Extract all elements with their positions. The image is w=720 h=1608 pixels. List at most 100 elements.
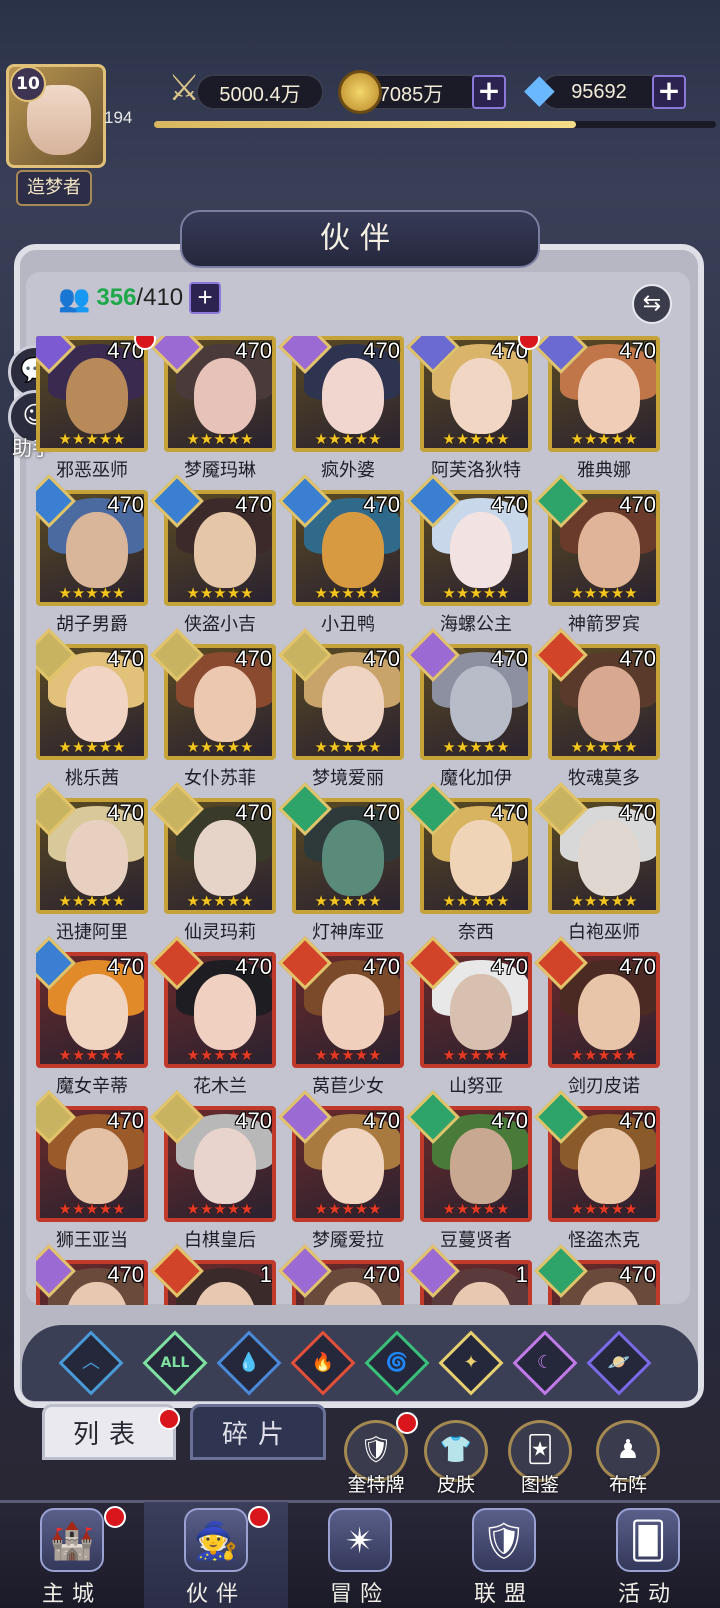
star-icon: ★ — [98, 738, 113, 756]
star-icon: ★ — [341, 430, 355, 448]
star-icon: ★ — [469, 738, 483, 756]
star-icon: ★ — [354, 430, 369, 448]
partner-card[interactable]: 470 ★ ★ ★ ★ ★ 疯外婆 — [278, 336, 404, 484]
star-icon: ★ — [58, 1200, 72, 1218]
partner-card[interactable]: 470 ★ ★ ★ ★ ★ 山努亚 — [406, 936, 532, 1100]
partner-card[interactable]: 470 ★ ★ ★ ★ ★ 白棋皇后 — [150, 1090, 276, 1254]
star-icon: ★ — [240, 584, 254, 602]
partner-card[interactable]: 470 ★ ★ ★ ★ ★ 魔女辛蒂 — [36, 936, 148, 1100]
star-icon: ★ — [624, 738, 638, 756]
nav-icon: 🧙 — [184, 1508, 248, 1572]
sword-icon: ⚔ — [168, 68, 201, 109]
star-icon: ★ — [199, 738, 214, 756]
partner-card[interactable]: 470 ★ ★ ★ ★ ★ 豆蔓贤者 — [406, 1090, 532, 1254]
star-icon: ★ — [496, 430, 510, 448]
nav-label: 冒险 — [329, 1582, 390, 1607]
partner-card[interactable]: 470 ★ ★ ★ ★ ★ 白袍巫师 — [534, 782, 660, 946]
star-icon: ★ — [58, 1046, 72, 1064]
partner-face — [66, 974, 128, 1050]
star-icon: ★ — [368, 584, 382, 602]
add-gold-button[interactable]: + — [472, 75, 506, 109]
star-icon: ★ — [213, 1200, 227, 1218]
partner-face — [194, 358, 256, 434]
partner-stars: ★ ★ ★ ★ ★ — [38, 739, 146, 755]
partner-card[interactable]: 470 ★ ★ ★ ★ ★ 迅捷阿里 — [36, 782, 148, 946]
nav-item-3[interactable]: 🛡 联盟 — [432, 1502, 576, 1608]
partner-level: 470 — [491, 800, 528, 825]
add-slots-button[interactable]: + — [189, 282, 222, 314]
sort-swap-button[interactable]: ⇆ — [632, 284, 672, 324]
nav-item-4[interactable]: 🂠 活动 — [576, 1502, 720, 1608]
star-icon: ★ — [327, 1200, 342, 1218]
partner-card[interactable]: 470 ★ ★ ★ ★ ★ 狮王亚当 — [36, 1090, 148, 1254]
fire-icon: 🔥 — [311, 1352, 335, 1373]
partner-card[interactable]: 470 ★ ★ ★ ★ ★ 胡子男爵 — [36, 474, 148, 638]
partner-card[interactable]: 470 ★ ★ ★ ★ ★ 莴苣少女 — [278, 936, 404, 1100]
partner-name: 迅捷阿里 — [56, 922, 128, 943]
star-icon: ★ — [455, 584, 470, 602]
add-diamond-button[interactable]: + — [652, 75, 686, 109]
tab-fragments[interactable]: 碎片 — [190, 1404, 326, 1460]
light-icon: ✦ — [463, 1352, 479, 1373]
partner-card[interactable]: 470 ★ ★ ★ ★ ★ 侠盗小吉 — [150, 474, 276, 638]
partner-card[interactable]: 470 ★ ★ ★ ★ ★ 奈西 — [406, 782, 532, 946]
partner-card[interactable]: 470★★★★★ — [36, 1244, 148, 1305]
partner-card[interactable]: 470 ★ ★ ★ ★ ★ 阿芙洛狄特 — [406, 336, 540, 484]
star-icon: ★ — [112, 1200, 126, 1218]
star-icon: ★ — [71, 584, 86, 602]
partner-card[interactable]: 470 ★ ★ ★ ★ ★ 梦魇爱拉 — [278, 1090, 404, 1254]
star-icon: ★ — [610, 1200, 625, 1218]
star-icon: ★ — [368, 892, 382, 910]
star-icon: ★ — [213, 584, 227, 602]
partner-level: 470 — [619, 800, 656, 825]
partner-card[interactable]: 470 ★ ★ ★ ★ ★ 海螺公主 — [406, 474, 532, 638]
partner-card[interactable]: 1★★★★★ — [150, 1244, 276, 1305]
partner-face — [450, 666, 512, 742]
nav-item-1[interactable]: 🧙 伙伴 — [144, 1502, 288, 1608]
partner-count: 👥 356 /410 + — [58, 282, 222, 314]
partner-card[interactable]: 470 ★ ★ ★ ★ ★ 牧魂莫多 — [534, 628, 660, 792]
partner-card[interactable]: 470 ★ ★ ★ ★ ★ 梦魇玛琳 — [150, 336, 276, 484]
star-icon: ★ — [570, 584, 584, 602]
star-icon: ★ — [240, 892, 254, 910]
star-icon: ★ — [570, 430, 584, 448]
subnav-notification-dot — [396, 1412, 418, 1434]
star-icon: ★ — [98, 892, 113, 910]
nav-label: 活动 — [617, 1582, 678, 1607]
partner-card[interactable]: 470 ★ ★ ★ ★ ★ 邪恶巫师 — [36, 336, 156, 484]
partner-card[interactable]: 470 ★ ★ ★ ★ ★ 仙灵玛莉 — [150, 782, 276, 946]
partner-level: 1 — [515, 1262, 528, 1287]
partner-stars: ★ ★ ★ ★ ★ — [38, 431, 146, 447]
panel-title: 伙伴 — [180, 210, 540, 268]
partner-level: 470 — [107, 492, 144, 517]
star-icon: ★ — [610, 584, 625, 602]
partner-card[interactable]: 470★★★★★ — [534, 1244, 660, 1305]
star-icon: ★ — [314, 584, 328, 602]
partner-card[interactable]: 470 ★ ★ ★ ★ ★ 桃乐茜 — [36, 628, 148, 792]
partner-card[interactable]: 470 ★ ★ ★ ★ ★ 小丑鸭 — [278, 474, 404, 638]
partner-face — [578, 358, 640, 434]
partner-card[interactable]: 470★★★★★ — [278, 1244, 404, 1305]
star-icon: ★ — [341, 738, 355, 756]
partner-card[interactable]: 470 ★ ★ ★ ★ ★ 神箭罗宾 — [534, 474, 660, 638]
partner-card[interactable]: 470 ★ ★ ★ ★ ★ 雅典娜 — [534, 336, 660, 484]
star-icon: ★ — [85, 1200, 99, 1218]
partner-level: 470 — [363, 800, 400, 825]
star-icon: ★ — [442, 1200, 456, 1218]
nav-label: 联盟 — [473, 1582, 534, 1607]
partner-level: 470 — [491, 646, 528, 671]
partner-card[interactable]: 470 ★ ★ ★ ★ ★ 灯神库亚 — [278, 782, 404, 946]
partner-card[interactable]: 470 ★ ★ ★ ★ ★ 花木兰 — [150, 936, 276, 1100]
partner-card[interactable]: 470 ★ ★ ★ ★ ★ 剑刃皮诺 — [534, 936, 660, 1100]
partner-card[interactable]: 470 ★ ★ ★ ★ ★ 女仆苏菲 — [150, 628, 276, 792]
star-icon: ★ — [354, 1200, 369, 1218]
partner-card[interactable]: 470 ★ ★ ★ ★ ★ 梦境爱丽 — [278, 628, 404, 792]
partner-card[interactable]: 1★★★★★ — [406, 1244, 532, 1305]
tab-list[interactable]: 列表 — [42, 1404, 176, 1460]
partner-card[interactable]: 470 ★ ★ ★ ★ ★ 魔化加伊 — [406, 628, 532, 792]
partner-card[interactable]: 470 ★ ★ ★ ★ ★ 怪盗杰克 — [534, 1090, 660, 1254]
partner-stars: ★ ★ ★ ★ ★ — [422, 893, 530, 909]
nav-item-0[interactable]: 🏰 主城 — [0, 1502, 144, 1608]
star-icon: ★ — [354, 1046, 369, 1064]
nav-item-2[interactable]: ✴ 冒险 — [288, 1502, 432, 1608]
